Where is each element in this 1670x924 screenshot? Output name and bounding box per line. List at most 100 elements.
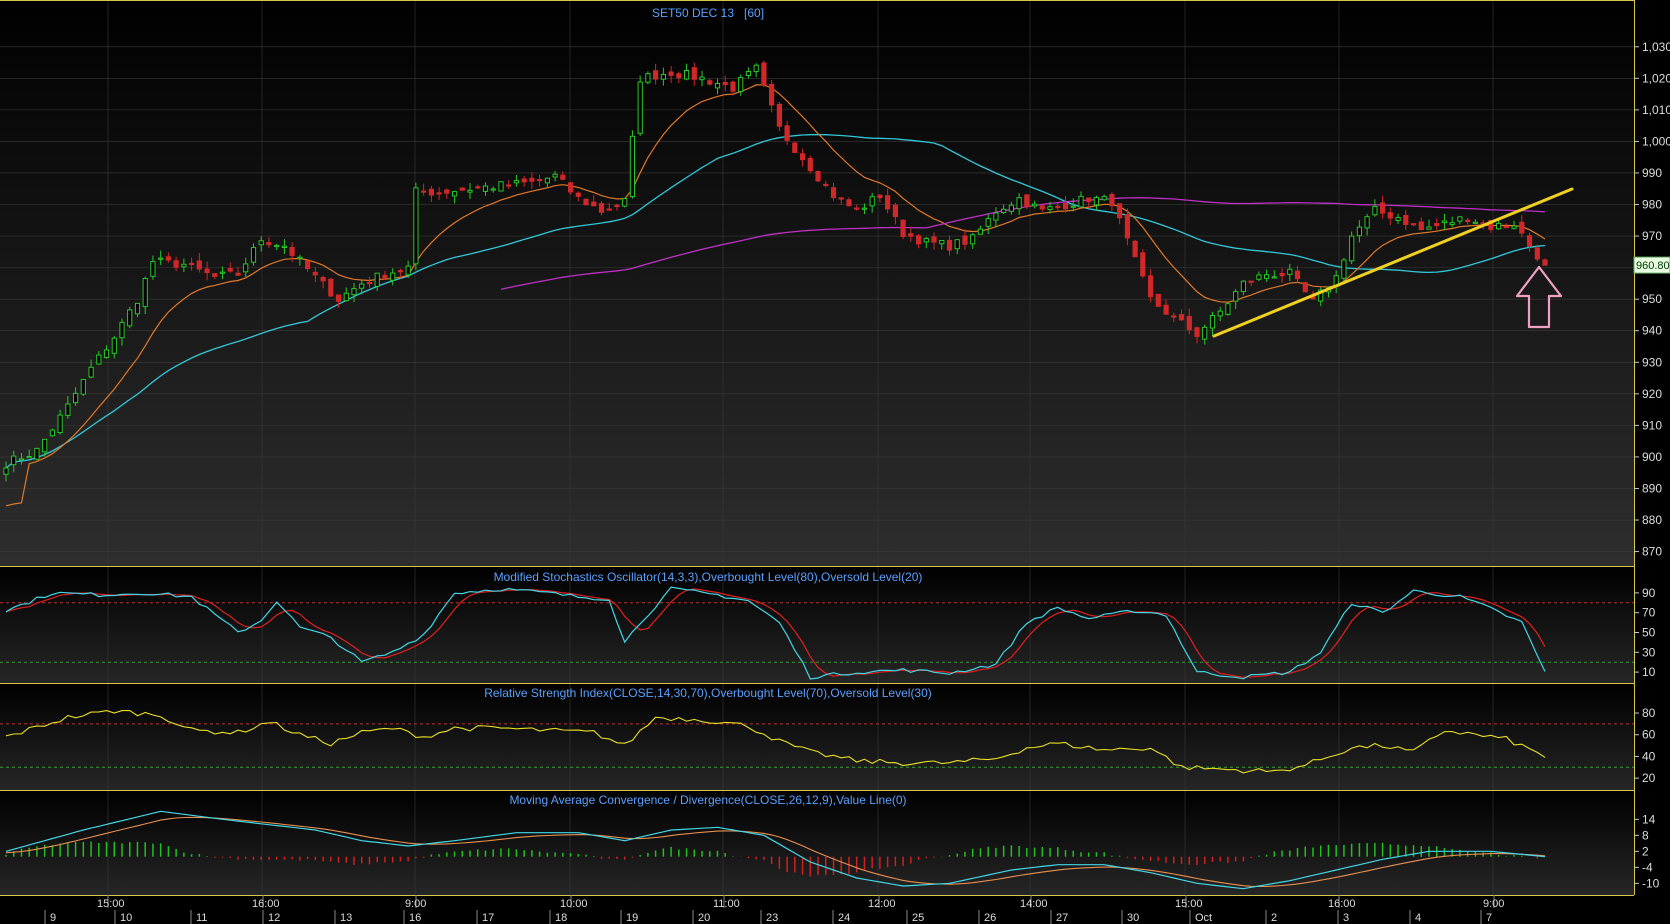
date-label: 25	[912, 912, 924, 924]
candle-body	[444, 189, 450, 194]
candle-body	[428, 188, 434, 196]
trading-chart[interactable]: SET50 DEC 13 [60] 1,0301,0201,0101,00099…	[0, 0, 1670, 924]
candle-body	[923, 238, 929, 243]
candle-body	[939, 240, 945, 245]
candle-body	[1225, 303, 1231, 315]
time-label: 15:00	[1175, 898, 1203, 910]
candle-body	[49, 429, 55, 437]
candle-body	[931, 236, 937, 243]
candle-body	[490, 188, 496, 191]
candle-body	[877, 194, 883, 198]
candle-body	[1209, 315, 1216, 329]
candle-body	[1526, 235, 1533, 247]
candle-body	[807, 157, 813, 172]
candle-body	[1403, 215, 1409, 225]
candle-body	[1024, 194, 1030, 208]
price-tick-label: 880	[1642, 513, 1662, 527]
candle-body	[1256, 274, 1262, 280]
candle-body	[1418, 221, 1424, 231]
candle-body	[513, 180, 519, 184]
candle-body	[274, 244, 280, 248]
price-tick-label: 980	[1642, 198, 1662, 212]
candle-body	[181, 263, 187, 268]
date-label: 24	[838, 912, 850, 924]
candle-body	[1542, 259, 1548, 266]
candle-body	[165, 256, 172, 261]
stochastic-tick-label: 90	[1642, 586, 1656, 600]
candle-body	[57, 414, 63, 434]
candle-body	[769, 83, 775, 106]
date-label: 4	[1415, 912, 1421, 924]
candle-body	[1039, 205, 1045, 210]
date-label: 9	[50, 912, 56, 924]
price-tick-label: 890	[1642, 481, 1662, 495]
price-tick-label: 870	[1642, 545, 1662, 559]
candle-body	[622, 198, 628, 207]
candle-body	[645, 73, 651, 83]
candle-body	[830, 187, 837, 199]
candle-body	[707, 80, 713, 85]
candle-body	[544, 177, 550, 184]
candle-body	[560, 174, 566, 180]
date-label: 10	[120, 912, 132, 924]
candle-body	[1519, 221, 1525, 234]
candle-body	[359, 283, 365, 289]
candle-body	[413, 187, 419, 265]
date-label: 13	[340, 912, 352, 924]
candle-body	[1093, 197, 1100, 206]
candle-body	[1194, 327, 1200, 337]
date-label: 19	[626, 912, 638, 924]
candle-body	[1496, 222, 1502, 230]
candle-body	[1086, 197, 1092, 203]
candle-body	[11, 455, 17, 466]
candle-body	[150, 261, 156, 277]
candle-body	[1078, 195, 1084, 208]
candle-body	[134, 302, 141, 315]
candle-body	[1101, 196, 1107, 201]
candle-body	[382, 274, 388, 279]
stochastic-panel-title: Modified Stochastics Oscillator(14,3,3),…	[494, 570, 923, 584]
candle-body	[916, 235, 922, 245]
date-label: 18	[555, 912, 567, 924]
candle-body	[212, 273, 218, 277]
rsi-tick-label: 20	[1642, 771, 1656, 785]
candle-body	[552, 173, 558, 178]
candle-body	[266, 242, 272, 246]
rsi-tick-label: 40	[1642, 749, 1656, 763]
time-label: 9:00	[1483, 898, 1504, 910]
candle-body	[954, 239, 960, 250]
candle-body	[591, 201, 597, 207]
candle-body	[498, 181, 504, 192]
candle-body	[219, 271, 226, 274]
candle-body	[436, 192, 442, 195]
candle-body	[227, 268, 233, 272]
candle-body	[1395, 217, 1401, 222]
candle-body	[745, 71, 751, 76]
macd-tick-label: 2	[1642, 844, 1649, 858]
candle-body	[258, 240, 264, 246]
candle-body	[142, 278, 148, 308]
date-label: 17	[482, 912, 494, 924]
candle-body	[34, 447, 40, 460]
date-label: 2	[1271, 912, 1277, 924]
candle-body	[583, 198, 589, 206]
candle-body	[529, 177, 535, 182]
time-label: 12:00	[868, 898, 896, 910]
candle-body	[1070, 205, 1076, 208]
candle-body	[1503, 226, 1509, 229]
candle-body	[1271, 276, 1277, 279]
candle-body	[1341, 259, 1347, 279]
candle-body	[653, 70, 659, 80]
candle-body	[452, 191, 458, 197]
candle-body	[1117, 203, 1123, 219]
candle-body	[73, 392, 79, 404]
candle-body	[1171, 315, 1177, 318]
candle-body	[475, 186, 481, 189]
price-tick-label: 910	[1642, 418, 1662, 432]
candle-body	[343, 292, 349, 302]
time-label: 15:00	[97, 898, 125, 910]
macd-tick-label: -10	[1642, 876, 1660, 890]
candle-body	[1287, 268, 1293, 275]
date-label: 7	[1486, 912, 1492, 924]
candle-body	[861, 207, 867, 210]
